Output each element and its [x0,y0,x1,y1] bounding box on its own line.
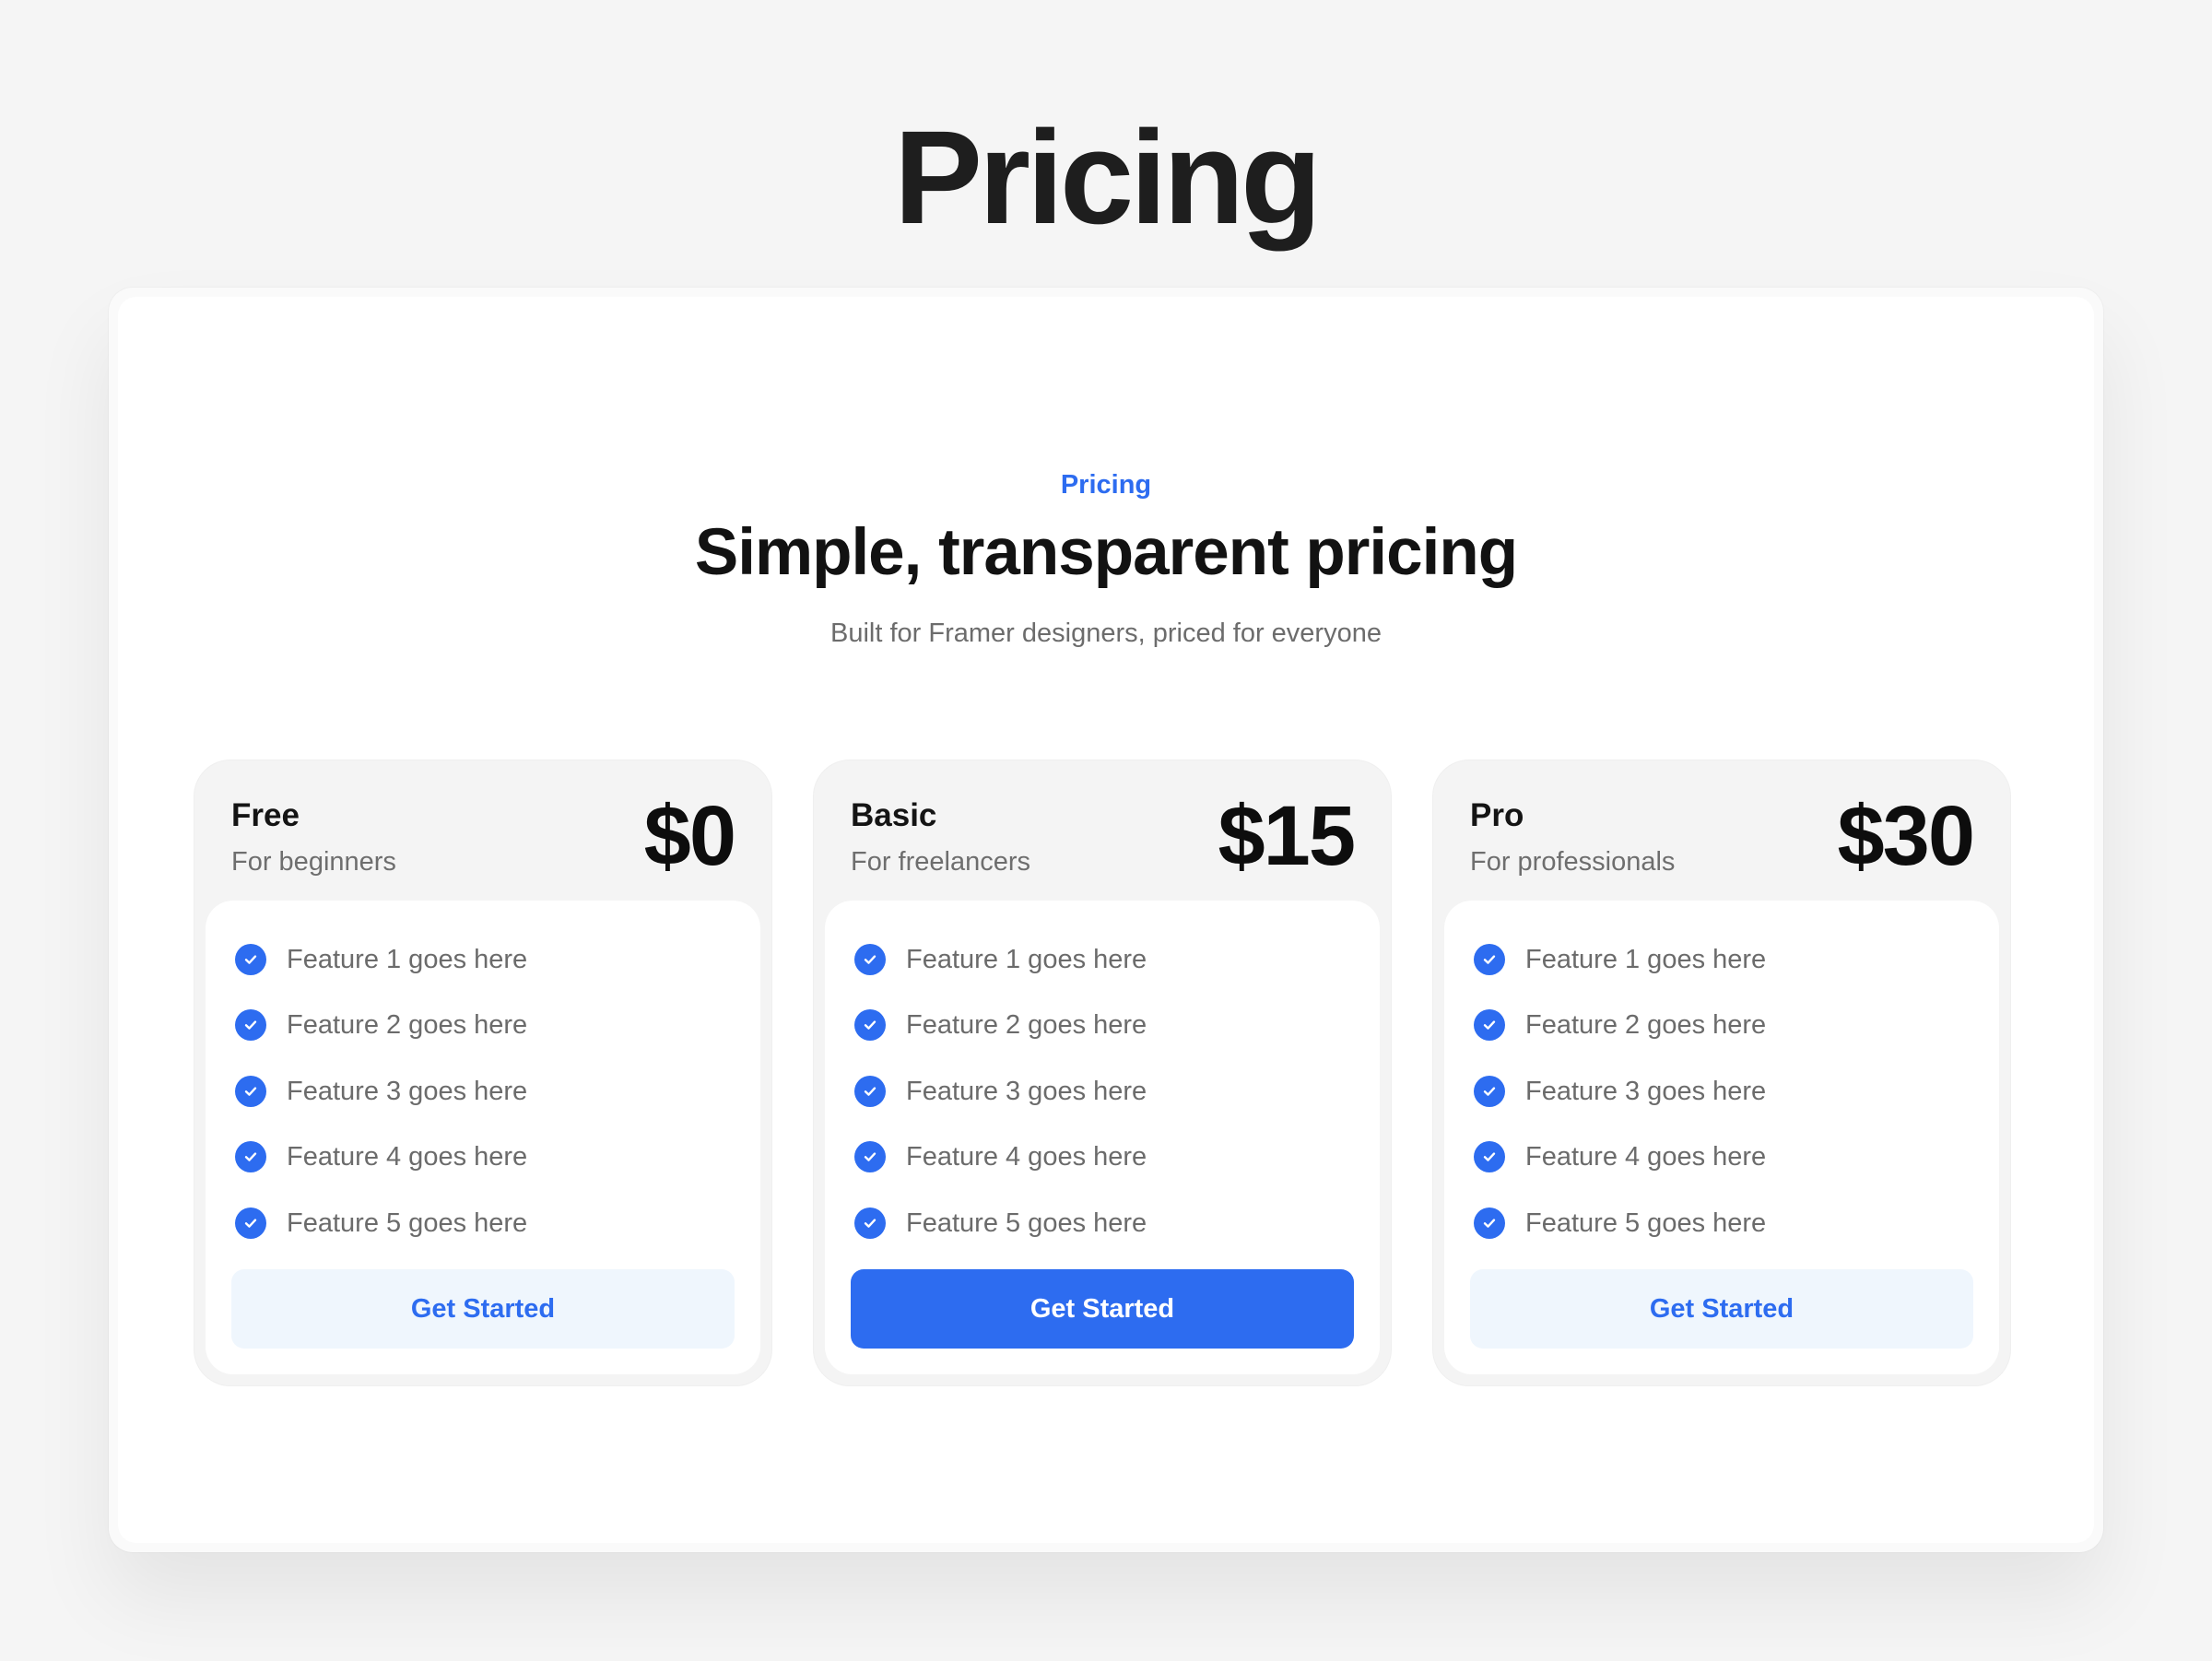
plan-name: Basic [851,797,937,833]
page-title: Pricing [893,103,1322,252]
plan-card-free: Free For beginners $0 Feature 1 goes her… [194,760,772,1386]
check-circle-icon [854,943,886,975]
plan-tagline: For freelancers [851,847,1031,877]
feature-text: Feature 1 goes here [906,944,1147,974]
check-circle-icon [854,1009,886,1042]
plan-name: Free [231,797,300,833]
plan-body: Feature 1 goes here Feature 2 goes here … [825,901,1380,1374]
plan-tagline: For beginners [231,847,396,877]
plan-price: $30 [1837,789,1975,883]
feature-item: Feature 1 goes here [1444,926,1999,993]
feature-item: Feature 1 goes here [825,926,1380,993]
feature-item: Feature 5 goes here [1444,1190,1999,1256]
plan-name: Pro [1470,797,1524,833]
check-circle-icon [235,1009,266,1042]
plan-tagline: For professionals [1470,847,1676,877]
feature-text: Feature 1 goes here [287,944,528,974]
check-circle-icon [1474,1009,1505,1042]
check-circle-icon [235,1207,266,1239]
feature-item: Feature 3 goes here [206,1058,760,1125]
check-circle-icon [854,1141,886,1173]
feature-text: Feature 2 goes here [906,1010,1147,1041]
check-circle-icon [1474,1141,1505,1173]
feature-text: Feature 5 goes here [1525,1207,1767,1238]
feature-list: Feature 1 goes here Feature 2 goes here … [206,901,760,1256]
feature-text: Feature 1 goes here [1525,944,1767,974]
plan-header: Basic For freelancers $15 [814,760,1391,901]
plan-body: Feature 1 goes here Feature 2 goes here … [206,901,760,1374]
feature-item: Feature 4 goes here [825,1125,1380,1191]
check-circle-icon [235,943,266,975]
section-eyebrow: Pricing [1060,470,1152,500]
feature-text: Feature 3 goes here [906,1076,1147,1106]
feature-item: Feature 1 goes here [206,926,760,993]
check-circle-icon [1474,1075,1505,1107]
check-circle-icon [235,1141,266,1173]
feature-item: Feature 2 goes here [1444,993,1999,1059]
section-headline: Simple, transparent pricing [694,516,1518,589]
feature-list: Feature 1 goes here Feature 2 goes here … [825,901,1380,1256]
plan-card-pro: Pro For professionals $30 Feature 1 goes… [1432,760,2011,1386]
check-circle-icon [1474,943,1505,975]
feature-item: Feature 3 goes here [1444,1058,1999,1125]
pricing-frame: Pricing Simple, transparent pricing Buil… [109,288,2103,1552]
check-circle-icon [854,1075,886,1107]
feature-text: Feature 4 goes here [906,1142,1147,1172]
check-circle-icon [854,1207,886,1239]
get-started-button[interactable]: Get Started [231,1269,735,1349]
plan-price: $15 [1218,789,1356,883]
check-circle-icon [1474,1207,1505,1239]
feature-text: Feature 5 goes here [287,1207,528,1238]
feature-text: Feature 2 goes here [1525,1010,1767,1041]
plan-body: Feature 1 goes here Feature 2 goes here … [1444,901,1999,1374]
feature-text: Feature 4 goes here [1525,1142,1767,1172]
plan-header: Pro For professionals $30 [1433,760,2010,901]
feature-item: Feature 2 goes here [825,993,1380,1059]
feature-item: Feature 4 goes here [206,1125,760,1191]
feature-text: Feature 2 goes here [287,1010,528,1041]
plan-card-basic: Basic For freelancers $15 Feature 1 goes… [813,760,1392,1386]
feature-text: Feature 3 goes here [1525,1076,1767,1106]
get-started-button[interactable]: Get Started [1470,1269,1973,1349]
feature-item: Feature 3 goes here [825,1058,1380,1125]
feature-item: Feature 5 goes here [206,1190,760,1256]
feature-text: Feature 5 goes here [906,1207,1147,1238]
plan-header: Free For beginners $0 [194,760,771,901]
feature-item: Feature 5 goes here [825,1190,1380,1256]
section-subhead: Built for Framer designers, priced for e… [830,618,1382,648]
feature-item: Feature 2 goes here [206,993,760,1059]
check-circle-icon [235,1075,266,1107]
get-started-button[interactable]: Get Started [851,1269,1354,1349]
feature-list: Feature 1 goes here Feature 2 goes here … [1444,901,1999,1256]
feature-text: Feature 4 goes here [287,1142,528,1172]
feature-item: Feature 4 goes here [1444,1125,1999,1191]
plan-price: $0 [643,789,736,883]
pricing-section: Pricing Simple, transparent pricing Buil… [118,297,2094,1543]
feature-text: Feature 3 goes here [287,1076,528,1106]
